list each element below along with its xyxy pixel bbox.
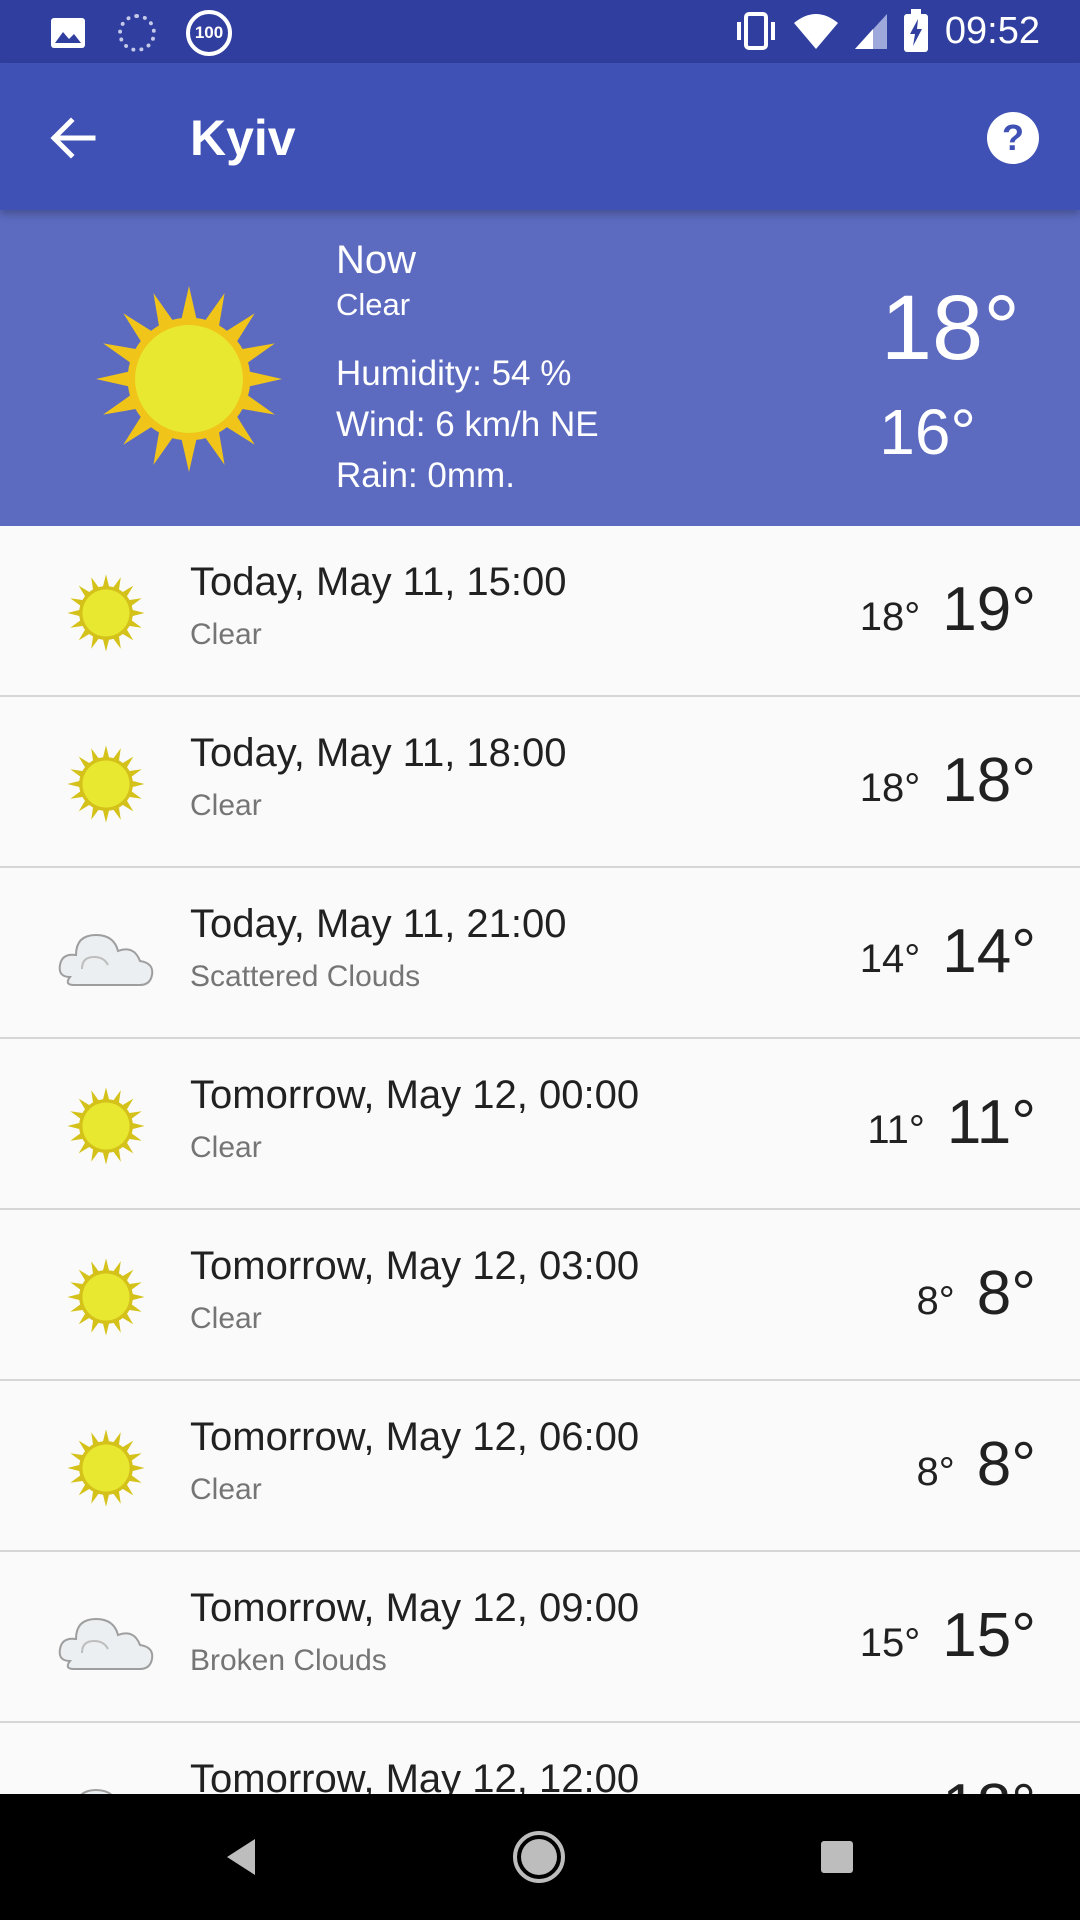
current-temp-max: 18° [880, 277, 1020, 379]
forecast-condition: Clear [190, 1473, 262, 1506]
current-label: Now [336, 238, 417, 282]
forecast-row[interactable]: Tomorrow, May 12, 03:00 Clear 8° 8° [0, 1210, 1080, 1381]
help-icon: ? [987, 112, 1039, 164]
cloud-icon [56, 1594, 156, 1684]
forecast-time: Today, May 11, 15:00 [190, 560, 567, 604]
back-button[interactable] [38, 103, 108, 173]
current-rain: Rain: 0mm. [336, 456, 515, 495]
triangle-back-icon [227, 1839, 255, 1875]
forecast-row[interactable]: Tomorrow, May 12, 09:00 Broken Clouds 15… [0, 1552, 1080, 1723]
forecast-temp-max: 8° [976, 1259, 1036, 1328]
sun-icon [56, 1423, 156, 1513]
app-bar: Kyiv ? [0, 63, 1080, 210]
forecast-temps: 15° 15° [860, 1600, 1036, 1671]
forecast-temps: 18° 18° [860, 745, 1036, 816]
current-humidity: Humidity: 54 % [336, 354, 572, 393]
arrow-back-icon [50, 117, 96, 159]
wifi-icon [793, 14, 838, 49]
forecast-time: Tomorrow, May 12, 12:00 [190, 1757, 640, 1794]
sun-icon [56, 739, 156, 829]
forecast-temps: 8° 8° [916, 1258, 1036, 1329]
cellular-signal-icon [854, 14, 887, 49]
forecast-row[interactable]: Today, May 11, 18:00 Clear 18° 18° [0, 697, 1080, 868]
forecast-temp-max: 18° [942, 746, 1036, 815]
sun-icon [96, 286, 282, 472]
sun-icon [56, 1252, 156, 1342]
forecast-temp-max: 14° [942, 917, 1036, 986]
status-time: 09:52 [944, 9, 1040, 52]
forecast-temp-max: 18° [942, 1771, 1036, 1794]
forecast-row[interactable]: Tomorrow, May 12, 12:00 18° [0, 1723, 1080, 1794]
forecast-time: Tomorrow, May 12, 03:00 [190, 1244, 640, 1288]
forecast-temp-min: 11° [867, 1108, 925, 1152]
forecast-condition: Scattered Clouds [190, 960, 421, 993]
forecast-temps: 8° 8° [916, 1429, 1036, 1500]
navigation-bar [0, 1794, 1080, 1920]
badge-notification-icon: 100 [186, 10, 232, 56]
square-recents-icon [821, 1841, 853, 1873]
current-weather-panel: Now Clear Humidity: 54 % Wind: 6 km/h NE… [0, 210, 1080, 526]
forecast-row[interactable]: Today, May 11, 21:00 Scattered Clouds 14… [0, 868, 1080, 1039]
forecast-condition: Clear [190, 618, 262, 651]
nav-recents-button[interactable] [804, 1824, 870, 1890]
help-button[interactable]: ? [980, 105, 1046, 171]
forecast-time: Tomorrow, May 12, 00:00 [190, 1073, 640, 1117]
forecast-temp-min: 18° [859, 766, 921, 810]
forecast-temp-max: 11° [946, 1088, 1036, 1157]
forecast-temp-max: 15° [942, 1601, 1036, 1670]
forecast-time: Tomorrow, May 12, 09:00 [190, 1586, 640, 1630]
forecast-condition: Clear [190, 1302, 262, 1335]
cloud-icon [56, 1765, 156, 1794]
forecast-condition: Broken Clouds [190, 1644, 387, 1677]
forecast-condition: Clear [190, 1131, 262, 1164]
vibrate-icon [736, 12, 775, 50]
status-bar: 100 09:52 [0, 0, 1080, 63]
forecast-temp-min: 8° [916, 1279, 955, 1323]
sun-icon [56, 1081, 156, 1171]
page-title: Kyiv [190, 110, 296, 166]
cloud-icon [56, 910, 156, 1000]
forecast-time: Tomorrow, May 12, 06:00 [190, 1415, 640, 1459]
battery-charging-icon [903, 9, 928, 52]
forecast-temps: 18° 19° [860, 574, 1036, 645]
forecast-time: Today, May 11, 18:00 [190, 731, 567, 775]
forecast-temp-max: 8° [976, 1430, 1036, 1499]
image-notification-icon [51, 18, 85, 48]
forecast-temp-min: 15° [859, 1621, 921, 1665]
forecast-row[interactable]: Tomorrow, May 12, 06:00 Clear 8° 8° [0, 1381, 1080, 1552]
current-wind: Wind: 6 km/h NE [336, 405, 599, 444]
current-temp-min: 16° [879, 396, 976, 468]
current-details: Now Clear Humidity: 54 % Wind: 6 km/h NE… [336, 236, 599, 501]
forecast-row[interactable]: Tomorrow, May 12, 00:00 Clear 11° 11° [0, 1039, 1080, 1210]
forecast-temps: 11° 11° [867, 1087, 1036, 1158]
home-circle-icon [513, 1831, 565, 1883]
current-condition: Clear [336, 287, 411, 322]
forecast-time: Today, May 11, 21:00 [190, 902, 567, 946]
forecast-row[interactable]: Today, May 11, 15:00 Clear 18° 19° [0, 526, 1080, 697]
sync-notification-icon [118, 14, 156, 52]
forecast-temps: 18° [920, 1771, 1036, 1794]
svg-text:?: ? [1002, 117, 1024, 158]
nav-back-button[interactable] [208, 1824, 274, 1890]
forecast-temps: 14° 14° [860, 916, 1036, 987]
nav-home-button[interactable] [506, 1824, 572, 1890]
forecast-temp-min: 14° [859, 937, 921, 981]
forecast-temp-min: 8° [916, 1450, 955, 1494]
forecast-list[interactable]: Today, May 11, 15:00 Clear 18° 19° Today… [0, 526, 1080, 1794]
forecast-condition: Clear [190, 789, 262, 822]
forecast-temp-min: 18° [859, 595, 921, 639]
forecast-temp-max: 19° [942, 575, 1036, 644]
sun-icon [56, 568, 156, 658]
